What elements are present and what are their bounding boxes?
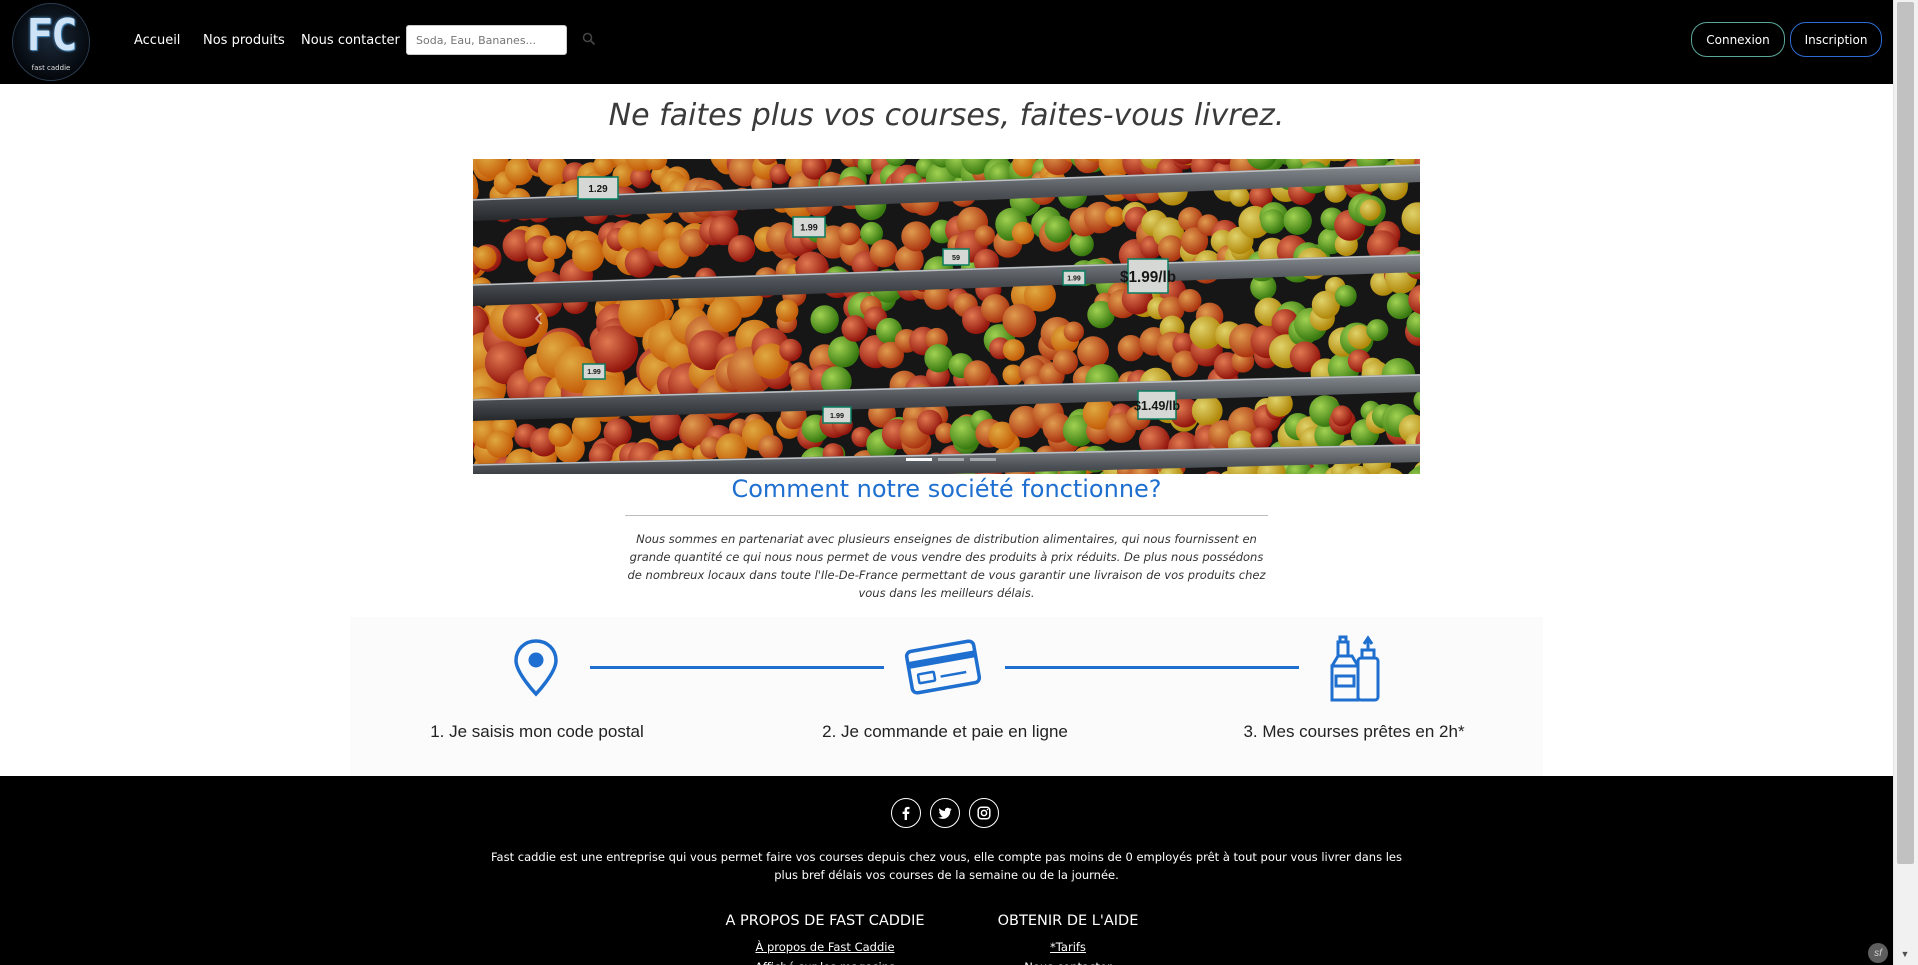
how-it-works-title: Comment notre société fonctionne?	[731, 475, 1162, 503]
step-label-1: 1. Je saisis mon code postal	[430, 722, 644, 741]
image-overlay	[473, 159, 1420, 474]
search-button[interactable]	[580, 31, 598, 49]
carousel-dot-2[interactable]	[938, 458, 964, 461]
footer-title-help: OBTENIR DE L'AIDE	[997, 913, 1139, 929]
footer-title-about: A PROPOS DE FAST CADDIE	[725, 913, 925, 929]
top-navbar: FC fast caddie Accueil Nos produits Nous…	[0, 0, 1893, 84]
credit-card-icon	[904, 639, 982, 695]
carousel-indicators	[906, 458, 996, 461]
produce-carousel[interactable]: 1.291.99591.991.991.99$1.99/lb$1.49/lb	[473, 159, 1420, 474]
step-connector-2	[1005, 666, 1299, 669]
fast-caddie-logo[interactable]: FC fast caddie	[12, 3, 90, 81]
produce-shelf-image: 1.291.99591.991.991.99$1.99/lb$1.49/lb	[473, 159, 1420, 474]
footer-link-about-next[interactable]: Affiché sur les magasins	[712, 958, 938, 965]
twitter-button[interactable]	[930, 798, 960, 828]
logo-tagline: fast caddie	[31, 64, 71, 72]
footer-link-help-next[interactable]: Nous contacter	[985, 958, 1151, 965]
scroll-down-arrow[interactable]: ▼	[1898, 948, 1912, 960]
step-label-2: 2. Je commande et paie en ligne	[822, 722, 1068, 741]
facebook-icon	[902, 806, 910, 820]
nav-link-accueil[interactable]: Accueil	[134, 33, 180, 48]
twitter-icon	[938, 807, 952, 819]
login-button[interactable]: Connexion	[1691, 22, 1785, 57]
how-it-works-text: Nous sommes en partenariat avec plusieur…	[627, 532, 1266, 600]
facebook-button[interactable]	[891, 798, 921, 828]
divider	[625, 515, 1268, 516]
signup-button[interactable]: Inscription	[1790, 22, 1882, 57]
step-connector-1	[590, 666, 884, 669]
footer-link-tarifs[interactable]: *Tarifs	[985, 940, 1151, 954]
instagram-icon	[977, 806, 991, 820]
hero-tagline: Ne faites plus vos courses, faites-vous …	[608, 98, 1285, 133]
footer-description: Fast caddie est une entreprise qui vous …	[491, 850, 1402, 882]
nav-link-nous-contacter[interactable]: Nous contacter	[301, 33, 400, 48]
carousel-dot-1[interactable]	[906, 458, 932, 461]
step-label-3: 3. Mes courses prêtes en 2h*	[1243, 722, 1465, 741]
scrollbar-thumb[interactable]	[1897, 2, 1914, 864]
grocery-bag-icon	[1330, 635, 1380, 702]
symfony-toolbar-icon[interactable]: sf	[1868, 943, 1888, 963]
instagram-button[interactable]	[969, 798, 999, 828]
logo-letters: FC	[26, 10, 78, 61]
footer-link-about[interactable]: À propos de Fast Caddie	[712, 940, 938, 954]
search-input[interactable]	[406, 25, 567, 55]
map-pin-icon	[514, 639, 558, 697]
search-icon	[582, 32, 596, 45]
carousel-dot-3[interactable]	[970, 458, 996, 461]
nav-link-nos-produits[interactable]: Nos produits	[203, 33, 285, 48]
carousel-prev-arrow[interactable]: ‹	[534, 302, 554, 332]
